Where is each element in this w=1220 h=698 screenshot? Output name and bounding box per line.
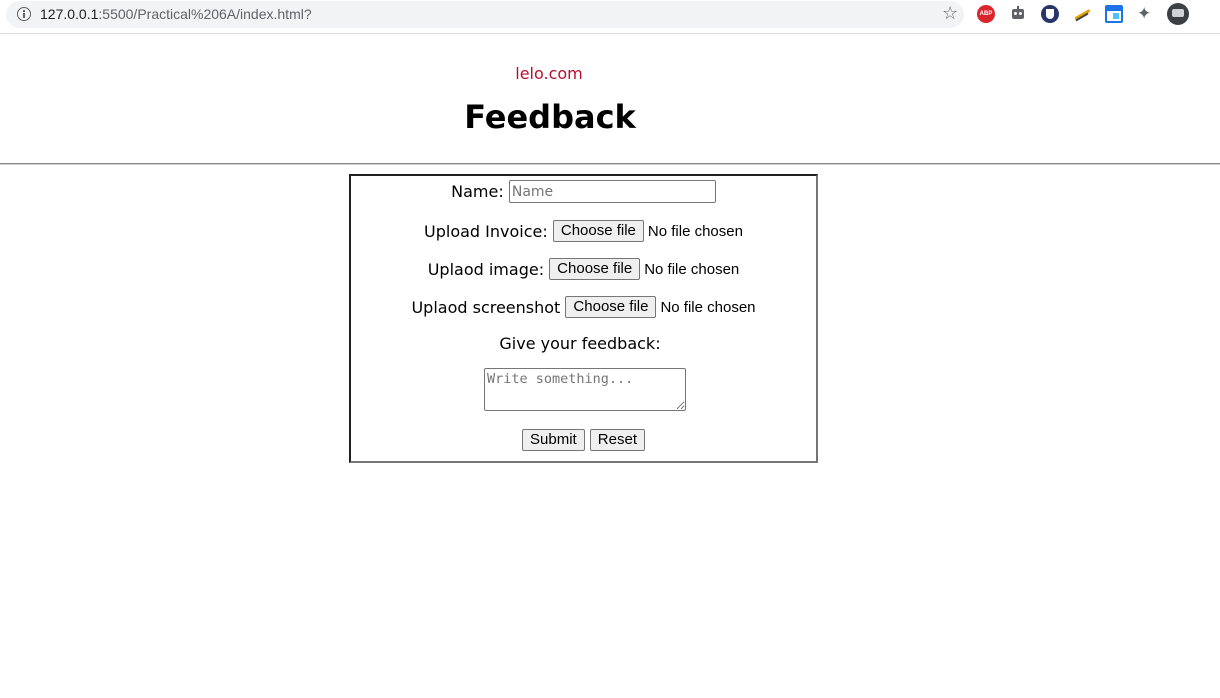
screenshot-row: Uplaod screenshot Choose file No file cho… bbox=[351, 296, 816, 318]
image-file-status: No file chosen bbox=[644, 260, 740, 278]
horizontal-rule bbox=[0, 163, 1220, 165]
screenshot-choose-file-button[interactable]: Choose file bbox=[565, 296, 657, 318]
url-text[interactable]: 127.0.0.1:5500/Practical%206A/index.html… bbox=[40, 6, 312, 22]
screenshot-label: Uplaod screenshot bbox=[411, 297, 561, 317]
browser-toolbar: 127.0.0.1:5500/Practical%206A/index.html… bbox=[0, 0, 1220, 34]
bookmark-star-icon[interactable]: ☆ bbox=[942, 4, 958, 24]
site-info-icon[interactable] bbox=[17, 7, 31, 21]
reset-button[interactable]: Reset bbox=[589, 429, 645, 451]
profile-avatar-icon[interactable] bbox=[1167, 3, 1189, 25]
invoice-choose-file-button[interactable]: Choose file bbox=[552, 220, 644, 242]
shield-extension-icon[interactable] bbox=[1041, 5, 1059, 23]
pen-extension-icon[interactable] bbox=[1073, 5, 1091, 23]
name-label: Name: bbox=[451, 182, 504, 201]
page-title: Feedback bbox=[464, 98, 636, 136]
invoice-label: Upload Invoice: bbox=[424, 221, 548, 241]
feedback-label: Give your feedback: bbox=[499, 334, 661, 353]
adblock-plus-icon[interactable]: ABP bbox=[977, 5, 995, 23]
button-row: Submit Reset bbox=[351, 429, 816, 451]
extensions-puzzle-icon[interactable]: ✦ bbox=[1137, 4, 1151, 24]
feedback-textarea[interactable] bbox=[484, 368, 686, 411]
feedback-label-row: Give your feedback: bbox=[351, 333, 816, 353]
window-extension-icon[interactable] bbox=[1105, 5, 1123, 23]
brand-link[interactable]: lelo.com bbox=[0, 64, 1098, 83]
submit-button[interactable]: Submit bbox=[522, 429, 585, 451]
address-bar[interactable]: 127.0.0.1:5500/Practical%206A/index.html… bbox=[6, 1, 964, 28]
screenshot-file-status: No file chosen bbox=[660, 298, 756, 316]
image-row: Uplaod image: Choose file No file chosen bbox=[351, 258, 816, 280]
name-row: Name: bbox=[351, 180, 816, 203]
robot-extension-icon[interactable] bbox=[1009, 5, 1027, 23]
image-choose-file-button[interactable]: Choose file bbox=[549, 258, 641, 280]
image-label: Uplaod image: bbox=[427, 259, 545, 279]
feedback-form: Name: Upload Invoice: Choose fileNo file… bbox=[349, 174, 818, 463]
name-input[interactable] bbox=[508, 180, 716, 203]
invoice-row: Upload Invoice: Choose file No file chose… bbox=[351, 220, 816, 242]
invoice-file-status: No file chosen bbox=[647, 222, 743, 240]
